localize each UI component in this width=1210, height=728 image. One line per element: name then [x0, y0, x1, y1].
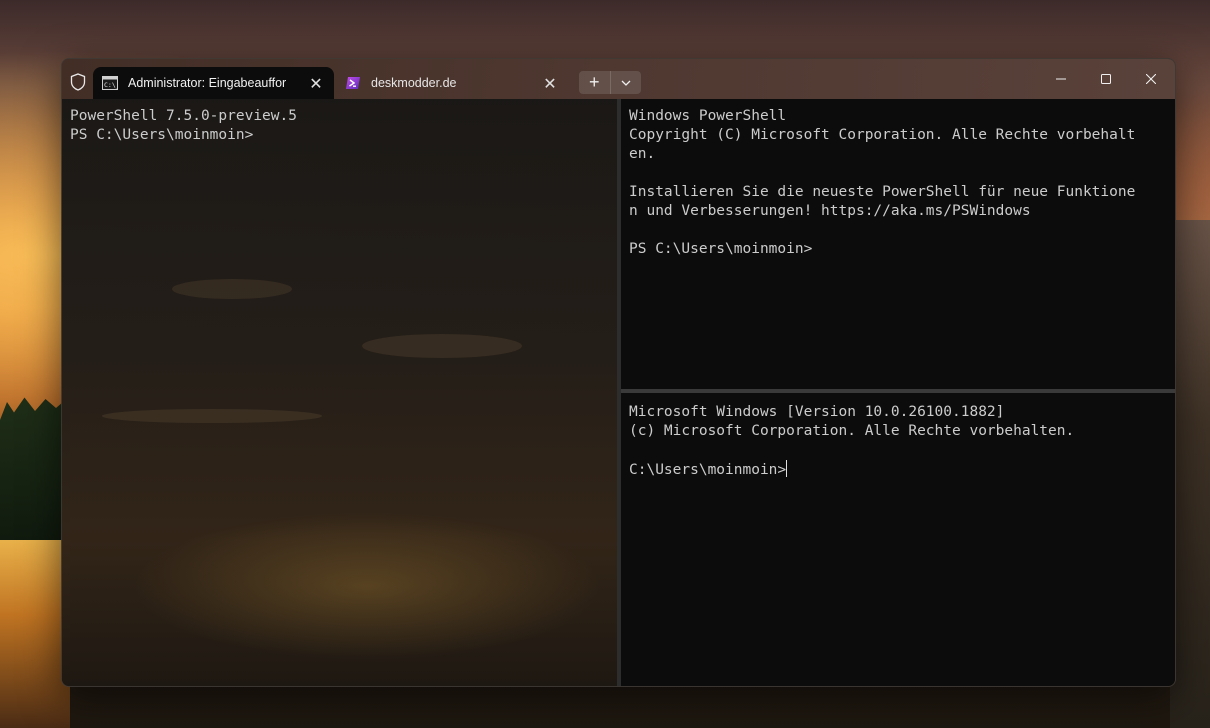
tab-title: Administrator: Eingabeauffor [128, 76, 287, 90]
terminal-line: Installieren Sie die neueste PowerShell … [629, 184, 1136, 200]
terminal-prompt: PS C:\Users\moinmoin> [629, 241, 813, 257]
minimize-icon [1056, 78, 1066, 80]
cmd-icon: C:\_ [102, 76, 118, 90]
tab-deskmodder[interactable]: deskmodder.de ✕ [336, 67, 568, 99]
terminal-line: (c) Microsoft Corporation. Alle Rechte v… [629, 423, 1075, 439]
wallpaper-trees [0, 396, 70, 540]
close-window-button[interactable] [1128, 65, 1174, 93]
maximize-button[interactable] [1083, 65, 1129, 93]
terminal-pane-powershell7[interactable]: PowerShell 7.5.0-preview.5 PS C:\Users\m… [62, 99, 617, 686]
terminal-line: PowerShell 7.5.0-preview.5 [70, 108, 297, 124]
shield-icon [70, 73, 86, 91]
title-bar[interactable]: C:\_ Administrator: Eingabeauffor ✕ desk… [62, 59, 1175, 99]
new-tab-dropdown-button[interactable] [611, 71, 642, 94]
terminal-prompt-line: C:\Users\moinmoin> [629, 460, 1175, 479]
terminal-line: en. [629, 146, 656, 162]
new-tab-button[interactable]: + [579, 71, 611, 94]
close-tab-button[interactable]: ✕ [304, 71, 328, 95]
minimize-button[interactable] [1038, 65, 1084, 93]
wallpaper-lake [0, 540, 70, 728]
terminal-prompt: C:\Users\moinmoin> [629, 462, 787, 478]
wallpaper-cloud [362, 334, 522, 358]
chevron-down-icon [621, 80, 631, 86]
terminal-line: Microsoft Windows [Version 10.0.26100.18… [629, 404, 1005, 420]
close-tab-button[interactable]: ✕ [538, 71, 562, 95]
close-icon [1146, 74, 1156, 84]
terminal-pane-windows-powershell[interactable]: Windows PowerShell Copyright (C) Microso… [621, 99, 1175, 389]
maximize-icon [1101, 74, 1111, 84]
svg-text:C:\_: C:\_ [104, 81, 118, 89]
powershell-icon [346, 77, 360, 89]
text-cursor [786, 460, 788, 477]
tab-administrator[interactable]: C:\_ Administrator: Eingabeauffor ✕ [93, 67, 334, 99]
tab-title: deskmodder.de [371, 76, 457, 90]
terminal-window: C:\_ Administrator: Eingabeauffor ✕ desk… [61, 58, 1176, 687]
terminal-pane-cmd[interactable]: Microsoft Windows [Version 10.0.26100.18… [621, 393, 1175, 686]
terminal-line: Windows PowerShell [629, 108, 787, 124]
wallpaper-cloud [102, 409, 322, 423]
wallpaper-cloud [172, 279, 292, 299]
wallpaper-cliff [1170, 220, 1210, 728]
terminal-line: n und Verbesserungen! https://aka.ms/PSW… [629, 203, 1031, 219]
terminal-line: Copyright (C) Microsoft Corporation. All… [629, 127, 1136, 143]
terminal-prompt: PS C:\Users\moinmoin> [70, 127, 254, 143]
new-tab-group: + [579, 71, 641, 94]
